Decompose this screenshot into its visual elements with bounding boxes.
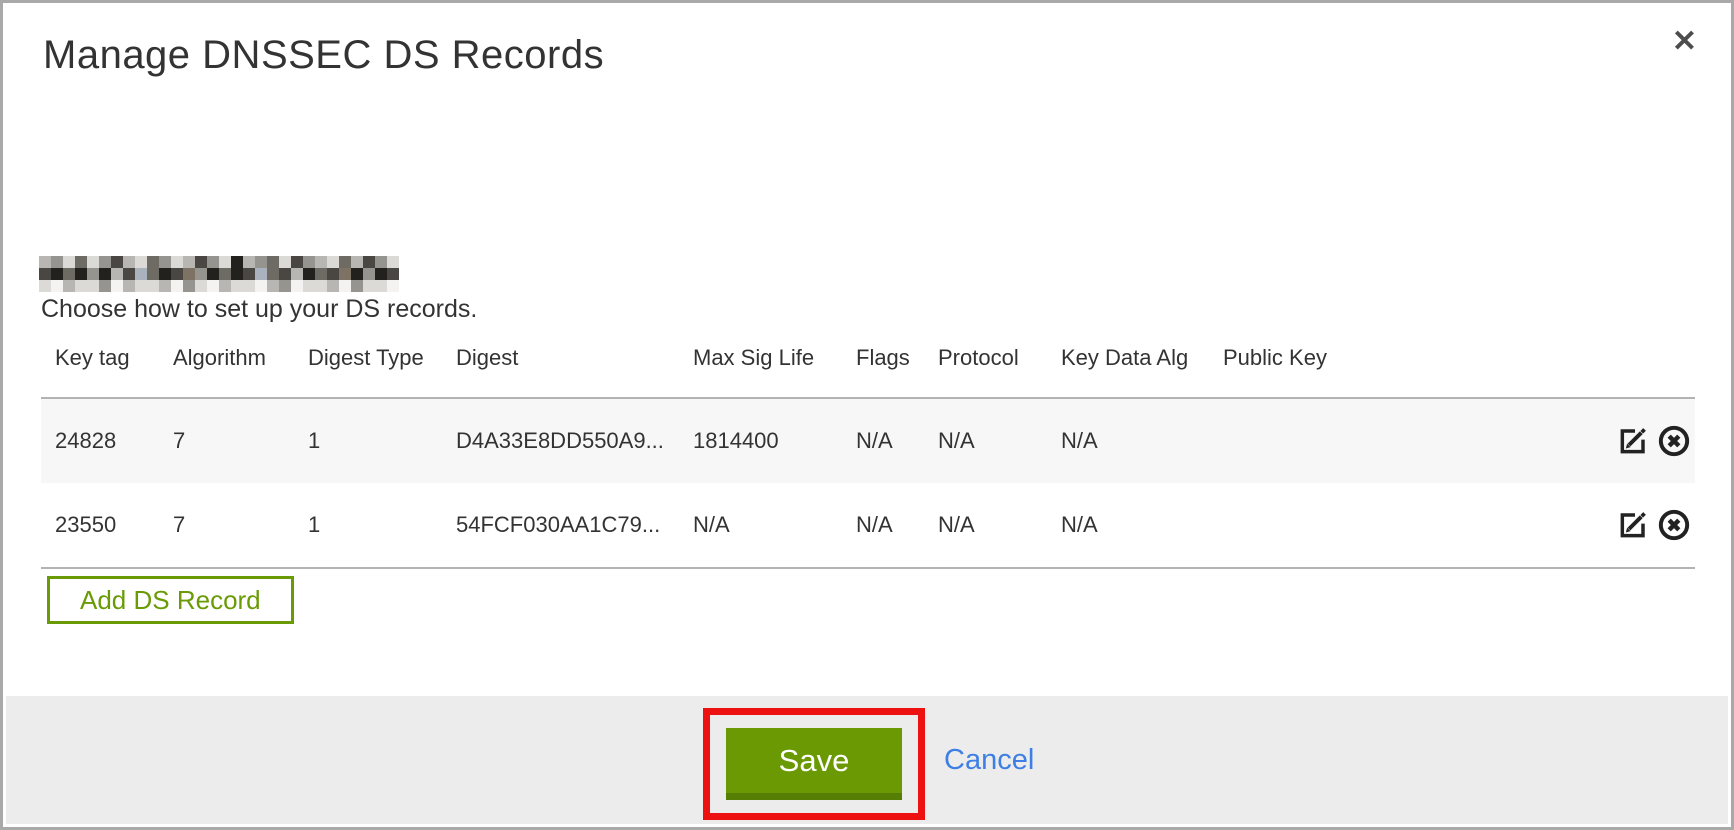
cell-digest-type: 1 [294,398,442,483]
save-button[interactable]: Save [726,728,902,800]
cell-digest: D4A33E8DD550A9... [442,398,679,483]
table-row: 24828 7 1 D4A33E8DD550A9... 1814400 N/A … [41,398,1695,483]
col-header-max-sig-life: Max Sig Life [679,339,842,398]
delete-record-icon[interactable] [1657,424,1691,458]
row-actions [1599,483,1695,568]
col-header-actions [1599,339,1695,398]
cell-digest-type: 1 [294,483,442,568]
table-row: 23550 7 1 54FCF030AA1C79... N/A N/A N/A … [41,483,1695,568]
col-header-protocol: Protocol [924,339,1047,398]
col-header-flags: Flags [842,339,924,398]
col-header-key-data-alg: Key Data Alg [1047,339,1209,398]
dialog-footer: Save Cancel [6,696,1728,824]
cell-digest: 54FCF030AA1C79... [442,483,679,568]
delete-record-icon[interactable] [1657,508,1691,542]
dialog-title: Manage DNSSEC DS Records [43,33,604,78]
edit-record-icon[interactable] [1617,425,1649,457]
col-header-public-key: Public Key [1209,339,1599,398]
add-ds-record-button[interactable]: Add DS Record [47,576,294,624]
cancel-link[interactable]: Cancel [944,744,1034,777]
cell-flags: N/A [842,483,924,568]
cell-max-sig-life: N/A [679,483,842,568]
cell-key-tag: 24828 [41,398,159,483]
cell-algorithm: 7 [159,398,294,483]
col-header-digest-type: Digest Type [294,339,442,398]
table-header-row: Key tag Algorithm Digest Type Digest Max… [41,339,1695,398]
cell-flags: N/A [842,398,924,483]
col-header-digest: Digest [442,339,679,398]
cell-max-sig-life: 1814400 [679,398,842,483]
save-button-red-highlight-box: Save [703,708,925,820]
cell-key-data-alg: N/A [1047,483,1209,568]
row-actions [1599,398,1695,483]
cell-protocol: N/A [924,398,1047,483]
redacted-domain-name [39,256,399,292]
cell-public-key [1209,398,1599,483]
col-header-algorithm: Algorithm [159,339,294,398]
setup-instruction-text: Choose how to set up your DS records. [41,295,477,324]
cell-key-tag: 23550 [41,483,159,568]
cell-public-key [1209,483,1599,568]
col-header-key-tag: Key tag [41,339,159,398]
ds-records-table: Key tag Algorithm Digest Type Digest Max… [41,339,1695,569]
cell-key-data-alg: N/A [1047,398,1209,483]
manage-dnssec-dialog: Manage DNSSEC DS Records ✕ Choose how to… [0,0,1734,830]
cell-algorithm: 7 [159,483,294,568]
close-icon[interactable]: ✕ [1672,27,1697,57]
cell-protocol: N/A [924,483,1047,568]
edit-record-icon[interactable] [1617,509,1649,541]
